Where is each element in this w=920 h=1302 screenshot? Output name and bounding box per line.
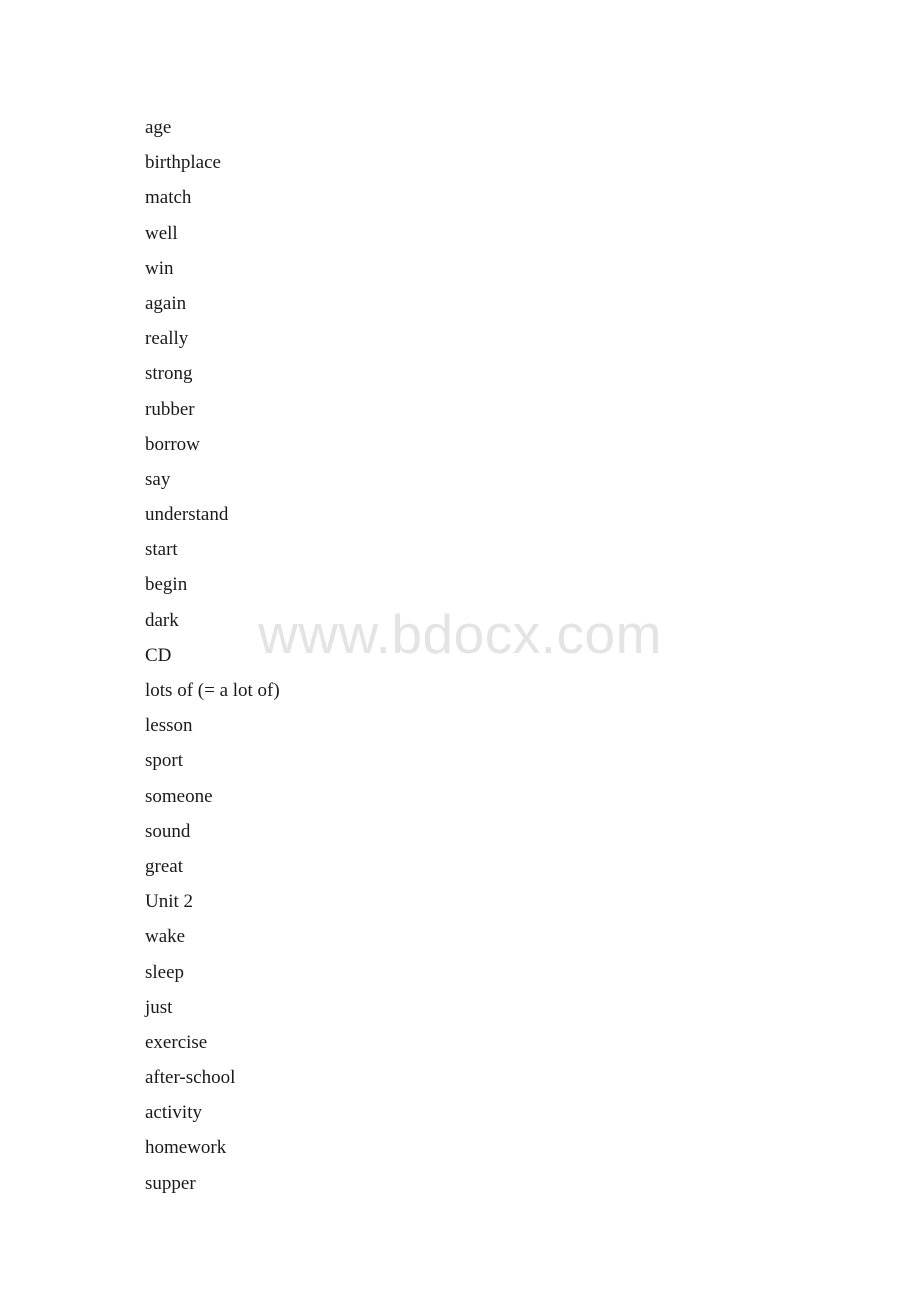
word-list-item: win — [145, 257, 174, 279]
word-list-item: Unit 2 — [145, 891, 194, 913]
word-list-item: say — [145, 468, 171, 490]
word-list-item: just — [145, 996, 173, 1018]
word-list-item: activity — [145, 1102, 202, 1124]
word-list-item: wake — [145, 926, 186, 948]
word-list-item: sound — [145, 820, 191, 842]
word-list-item: again — [145, 292, 187, 314]
vocabulary-word-list: age birthplace match well win again really stro… — [145, 110, 845, 1201]
word-list-item: strong — [145, 363, 193, 385]
word-list-item: borrow — [145, 433, 200, 455]
word-list-item: well — [145, 222, 178, 244]
word-list-item: age — [145, 117, 172, 138]
word-list-item: really — [145, 328, 189, 350]
word-list-item: sleep — [145, 961, 185, 983]
word-list-item: birthplace — [145, 152, 221, 174]
word-list-item: great — [145, 855, 183, 877]
document-page: www.bdocx.com age birthplace match well win a… — [0, 0, 920, 1302]
word-list-item: understand — [145, 504, 229, 526]
word-list-item: supper — [145, 1172, 196, 1194]
word-list-item: rubber — [145, 398, 195, 420]
word-list-item: start — [145, 539, 178, 561]
word-list-item: exercise — [145, 1031, 208, 1053]
word-list-item: sport — [145, 750, 183, 772]
word-list-item: lesson — [145, 715, 193, 737]
word-list-item: someone — [145, 785, 213, 807]
word-list-item: dark — [145, 609, 179, 631]
word-list-item: begin — [145, 574, 188, 596]
word-list-item: homework — [145, 1137, 227, 1159]
word-list-item: CD — [145, 644, 172, 666]
word-list-item: after-school — [145, 1067, 236, 1089]
word-list-item: match — [145, 187, 192, 209]
word-list-item: lots of (= a lot of) — [145, 680, 280, 701]
